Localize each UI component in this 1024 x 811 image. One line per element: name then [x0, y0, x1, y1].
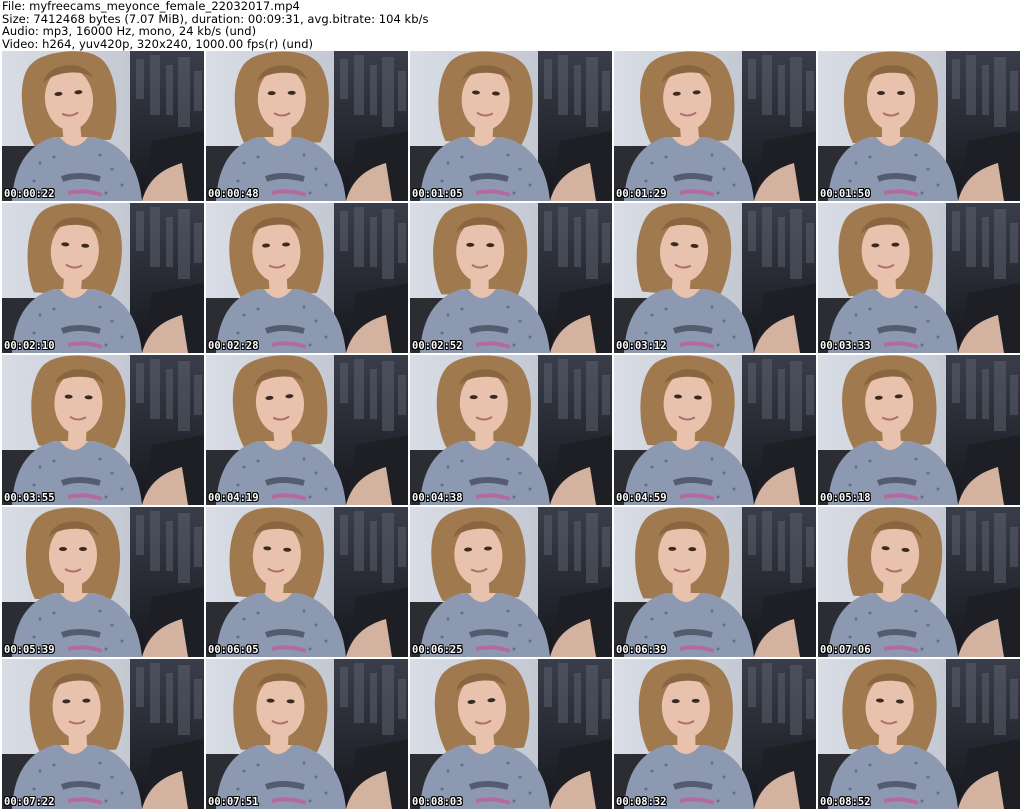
frame-timestamp: 00:03:12	[616, 340, 667, 352]
frame-timestamp: 00:08:52	[820, 796, 871, 808]
thumbnail-grid: 00:00:22 00:00:48 00:01:05 00:01:29 00:01:50…	[0, 50, 1024, 811]
frame-scene	[206, 203, 408, 353]
frame-scene	[818, 659, 1020, 809]
frame-timestamp: 00:02:52	[412, 340, 463, 352]
video-frame-thumbnail: 00:04:59	[614, 355, 816, 505]
frame-timestamp: 00:02:28	[208, 340, 259, 352]
video-frame-thumbnail: 00:02:52	[410, 203, 612, 353]
frame-scene	[2, 51, 204, 201]
frame-scene	[410, 355, 612, 505]
video-info-line: Video: h264, yuv420p, 320x240, 1000.00 f…	[2, 36, 314, 51]
video-frame-thumbnail: 00:05:18	[818, 355, 1020, 505]
video-frame-thumbnail: 00:00:48	[206, 51, 408, 201]
frame-scene	[2, 203, 204, 353]
frame-timestamp: 00:03:55	[4, 492, 55, 504]
frame-scene	[206, 51, 408, 201]
video-frame-thumbnail: 00:06:05	[206, 507, 408, 657]
video-frame-thumbnail: 00:01:05	[410, 51, 612, 201]
sheet-header: File: myfreecams_meyonce_female_22032017…	[2, 0, 1012, 50]
audio-info-line: Audio: mp3, 16000 Hz, mono, 24 kb/s (und…	[2, 24, 257, 38]
frame-scene	[2, 507, 204, 657]
video-frame-thumbnail: 00:07:22	[2, 659, 204, 809]
frame-timestamp: 00:08:03	[412, 796, 463, 808]
video-frame-thumbnail: 00:08:32	[614, 659, 816, 809]
frame-timestamp: 00:03:33	[820, 340, 871, 352]
video-frame-thumbnail: 00:05:39	[2, 507, 204, 657]
video-frame-thumbnail: 00:03:55	[2, 355, 204, 505]
video-frame-thumbnail: 00:03:12	[614, 203, 816, 353]
video-frame-thumbnail: 00:08:52	[818, 659, 1020, 809]
frame-timestamp: 00:06:05	[208, 644, 259, 656]
frame-timestamp: 00:04:59	[616, 492, 667, 504]
frame-scene	[2, 355, 204, 505]
frame-timestamp: 00:00:48	[208, 188, 259, 200]
frame-timestamp: 00:05:39	[4, 644, 55, 656]
frame-timestamp: 00:05:18	[820, 492, 871, 504]
frame-scene	[614, 659, 816, 809]
frame-scene	[818, 203, 1020, 353]
frame-scene	[818, 507, 1020, 657]
frame-scene	[818, 355, 1020, 505]
frame-timestamp: 00:02:10	[4, 340, 55, 352]
frame-timestamp: 00:07:22	[4, 796, 55, 808]
video-frame-thumbnail: 00:01:50	[818, 51, 1020, 201]
video-frame-thumbnail: 00:02:10	[2, 203, 204, 353]
frame-timestamp: 00:01:50	[820, 188, 871, 200]
video-frame-thumbnail: 00:01:29	[614, 51, 816, 201]
frame-scene	[818, 51, 1020, 201]
frame-scene	[614, 507, 816, 657]
video-frame-thumbnail: 00:06:25	[410, 507, 612, 657]
video-frame-thumbnail: 00:00:22	[2, 51, 204, 201]
video-frame-thumbnail: 00:02:28	[206, 203, 408, 353]
video-frame-thumbnail: 00:07:51	[206, 659, 408, 809]
frame-timestamp: 00:06:39	[616, 644, 667, 656]
frame-scene	[410, 51, 612, 201]
frame-timestamp: 00:01:05	[412, 188, 463, 200]
frame-timestamp: 00:06:25	[412, 644, 463, 656]
frame-scene	[614, 203, 816, 353]
video-frame-thumbnail: 00:08:03	[410, 659, 612, 809]
frame-timestamp: 00:04:38	[412, 492, 463, 504]
frame-scene	[206, 507, 408, 657]
frame-timestamp: 00:01:29	[616, 188, 667, 200]
frame-scene	[410, 659, 612, 809]
video-frame-thumbnail: 00:03:33	[818, 203, 1020, 353]
frame-scene	[614, 51, 816, 201]
video-frame-thumbnail: 00:04:19	[206, 355, 408, 505]
frame-scene	[206, 355, 408, 505]
frame-scene	[206, 659, 408, 809]
video-frame-thumbnail: 00:04:38	[410, 355, 612, 505]
frame-timestamp: 00:04:19	[208, 492, 259, 504]
frame-scene	[410, 507, 612, 657]
frame-timestamp: 00:07:06	[820, 644, 871, 656]
video-frame-thumbnail: 00:06:39	[614, 507, 816, 657]
file-name-line: File: myfreecams_meyonce_female_22032017…	[2, 0, 300, 13]
frame-scene	[410, 203, 612, 353]
frame-scene	[2, 659, 204, 809]
frame-timestamp: 00:07:51	[208, 796, 259, 808]
frame-timestamp: 00:00:22	[4, 188, 55, 200]
video-frame-thumbnail: 00:07:06	[818, 507, 1020, 657]
frame-timestamp: 00:08:32	[616, 796, 667, 808]
frame-scene	[614, 355, 816, 505]
